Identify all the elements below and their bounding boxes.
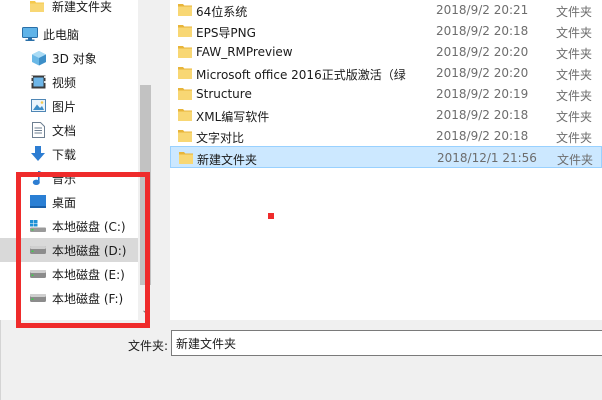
window-border [0,320,1,400]
file-type: 文件夹 [556,68,593,82]
file-list: 64位系统 2018/9/2 20:21 文件夹 EPS导PNG 2018/9/… [170,0,602,320]
file-type: 文件夹 [556,26,593,40]
file-row[interactable]: Microsoft office 2016正式版激活（绿 2018/9/2 20… [170,62,602,84]
3d-objects-icon [32,51,46,66]
pane-divider[interactable] [153,0,170,320]
file-row[interactable]: FAW_RMPreview 2018/9/2 20:20 文件夹 [170,41,602,63]
file-date: 2018/9/2 20:18 [436,108,529,122]
file-row[interactable]: 文字对比 2018/9/2 20:18 文件夹 [170,125,602,147]
file-date: 2018/12/1 21:56 [437,151,537,165]
nav-item-3d-objects[interactable]: 3D 对象 [0,46,138,70]
video-icon [31,75,46,89]
nav-item-downloads[interactable]: 下载 [0,142,138,166]
highlight-annotation-dot [268,213,274,219]
nav-item-pictures[interactable]: 图片 [0,94,138,118]
nav-label: 图片 [52,99,77,114]
file-name: XML编写软件 [196,110,270,124]
file-name: Structure [196,87,252,101]
folder-icon [178,25,192,37]
computer-icon [22,27,38,41]
file-name: Microsoft office 2016正式版激活（绿 [196,68,406,82]
file-row[interactable]: XML编写软件 2018/9/2 20:18 文件夹 [170,104,602,126]
file-type: 文件夹 [557,153,594,167]
nav-label: 3D 对象 [52,51,97,66]
download-icon [31,146,45,161]
folder-name-input[interactable] [171,330,602,356]
folder-icon [179,152,193,164]
folder-icon [178,46,192,58]
highlight-annotation-box [16,172,150,328]
folder-icon [178,4,192,16]
nav-label: 此电脑 [43,27,80,42]
file-type: 文件夹 [556,47,593,61]
file-date: 2018/9/2 20:20 [436,45,529,59]
file-row-selected[interactable]: 新建文件夹 2018/12/1 21:56 文件夹 [170,146,602,168]
folder-label: 文件夹: [128,339,169,353]
nav-label: 视频 [52,75,77,90]
file-row[interactable]: Structure 2018/9/2 20:19 文件夹 [170,83,602,105]
file-name: 文字对比 [196,131,245,145]
file-row[interactable]: EPS导PNG 2018/9/2 20:18 文件夹 [170,20,602,42]
documents-icon [32,122,45,138]
nav-label: 文档 [52,123,77,138]
file-date: 2018/9/2 20:18 [436,129,529,143]
nav-item-documents[interactable]: 文档 [0,118,138,142]
file-name: FAW_RMPreview [196,45,293,59]
file-name: 64位系统 [196,5,248,19]
nav-label: 下载 [52,147,77,162]
file-type: 文件夹 [556,110,593,124]
folder-icon [178,109,192,121]
folder-icon [178,88,192,100]
file-type: 文件夹 [556,89,593,103]
folder-icon [30,1,44,12]
pictures-icon [31,99,46,112]
file-type: 文件夹 [556,131,593,145]
nav-label: 新建文件夹 [52,0,113,14]
folder-icon [178,130,192,142]
nav-item-this-pc[interactable]: 此电脑 [0,22,138,46]
nav-item-new-folder[interactable]: 新建文件夹 [0,0,138,18]
nav-item-videos[interactable]: 视频 [0,70,138,94]
file-name: EPS导PNG [196,26,256,40]
file-date: 2018/9/2 20:18 [436,24,529,38]
file-date: 2018/9/2 20:19 [436,87,529,101]
file-date: 2018/9/2 20:20 [436,66,529,80]
folder-icon [178,67,192,79]
file-type: 文件夹 [556,5,593,19]
file-name: 新建文件夹 [197,153,258,167]
file-date: 2018/9/2 20:21 [436,3,529,17]
file-row[interactable]: 64位系统 2018/9/2 20:21 文件夹 [170,0,602,21]
